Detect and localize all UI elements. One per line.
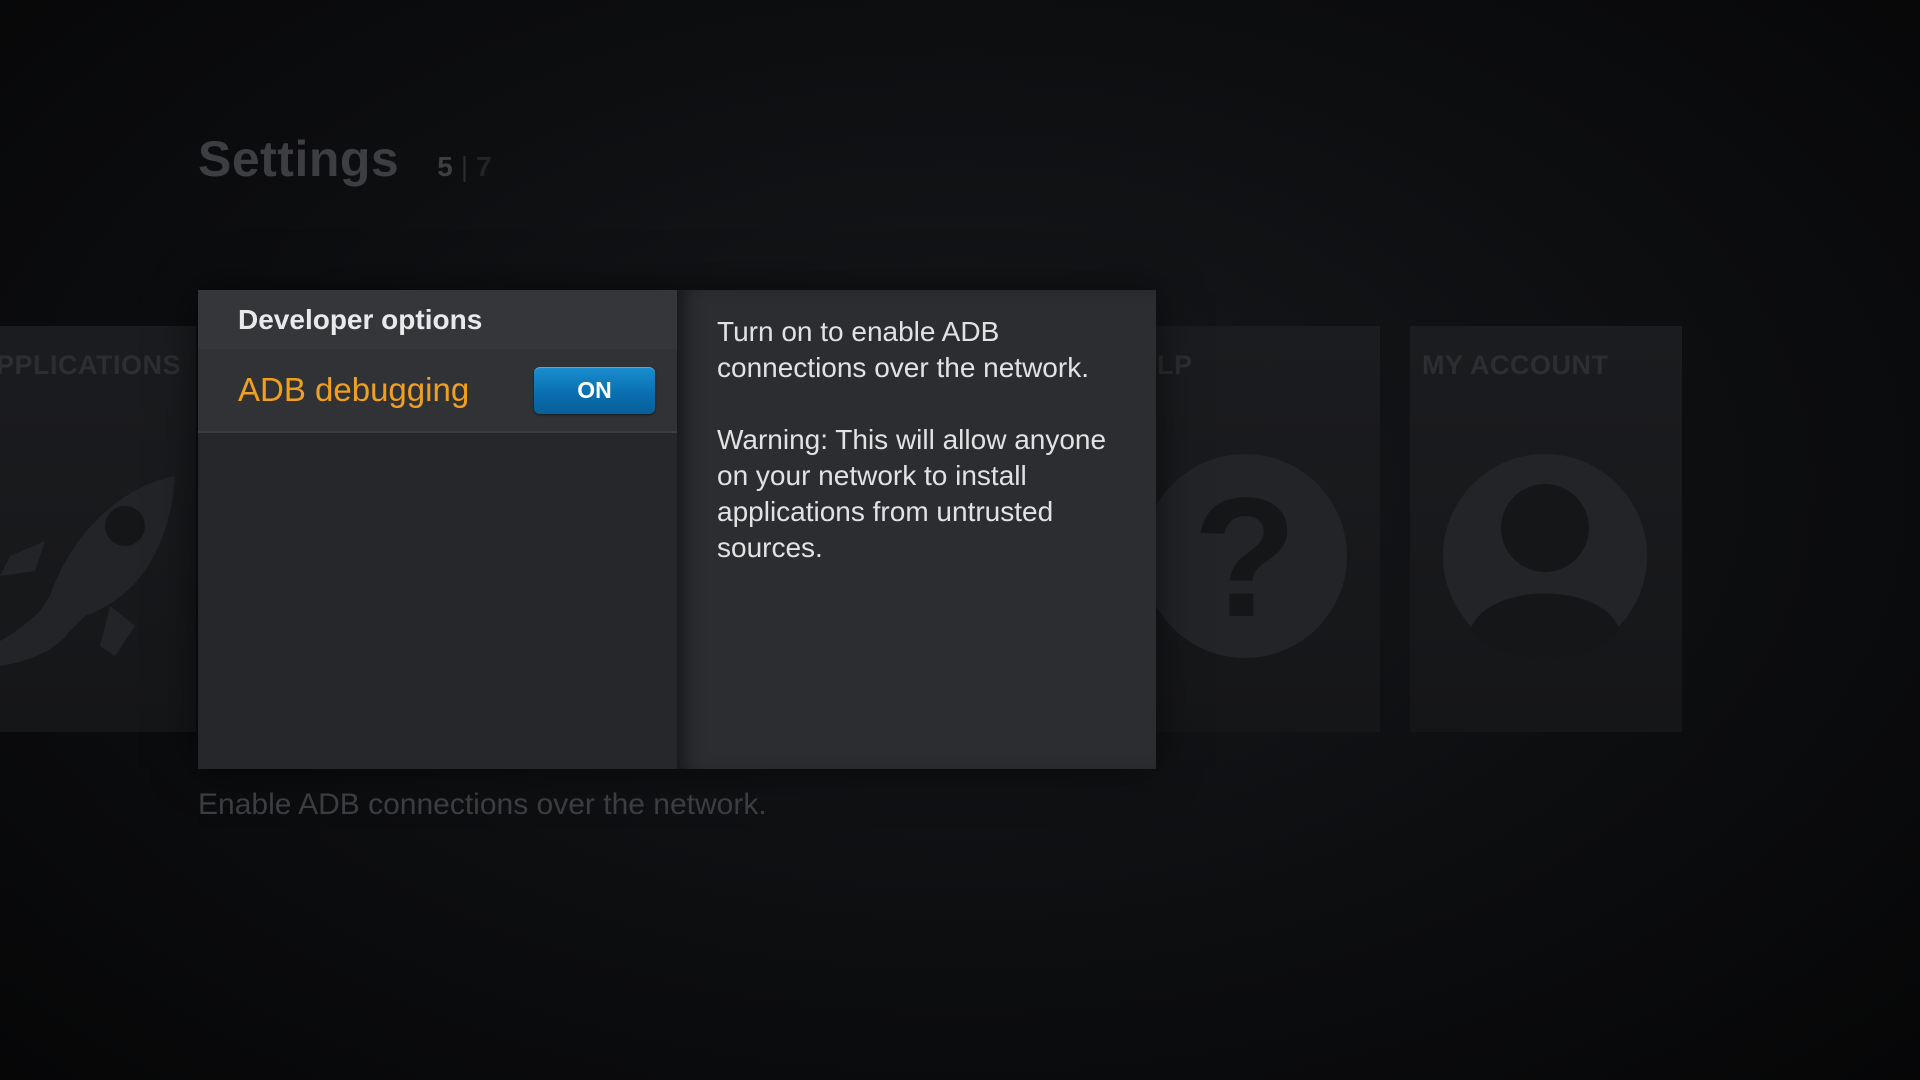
section-title: Developer options [198, 290, 677, 349]
tile-applications-label: PPLICATIONS [0, 350, 182, 380]
adb-debugging-toggle[interactable]: ON [534, 367, 655, 414]
svg-text:?: ? [1193, 463, 1297, 653]
page-total: 7 [476, 151, 492, 182]
page-separator: | [460, 151, 469, 182]
page-current: 5 [437, 151, 453, 182]
description-pane: Turn on to enable ADB connections over t… [677, 290, 1156, 769]
option-description: Turn on to enable ADB connections over t… [717, 314, 1137, 602]
page-header: Settings 5 | 7 [198, 130, 492, 188]
tile-my-account[interactable]: MY ACCOUNT [1410, 326, 1682, 732]
warning-text: Warning: This will allow anyone on your … [717, 424, 1107, 563]
tile-applications[interactable]: PPLICATIONS [0, 326, 196, 732]
options-pane: Developer options ADB debugging ON [198, 290, 677, 769]
user-icon [1410, 446, 1682, 671]
page-title: Settings [198, 131, 400, 187]
tile-help-label: LP [1157, 350, 1193, 380]
rocket-icon [0, 446, 196, 671]
tile-my-account-label: MY ACCOUNT [1422, 350, 1609, 380]
developer-options-dialog: Developer options ADB debugging ON Turn … [198, 290, 1156, 769]
description-text: Turn on to enable ADB connections over t… [717, 316, 1089, 383]
footer-hint: Enable ADB connections over the network. [198, 788, 767, 821]
tile-help[interactable]: LP ? [1145, 326, 1380, 732]
settings-screen: Settings 5 | 7 PPLICATIONS LP ? MY ACCOU… [0, 0, 1920, 1080]
option-label: ADB debugging [238, 371, 470, 408]
question-icon: ? [1145, 446, 1380, 671]
option-adb-debugging[interactable]: ADB debugging ON [198, 349, 677, 433]
